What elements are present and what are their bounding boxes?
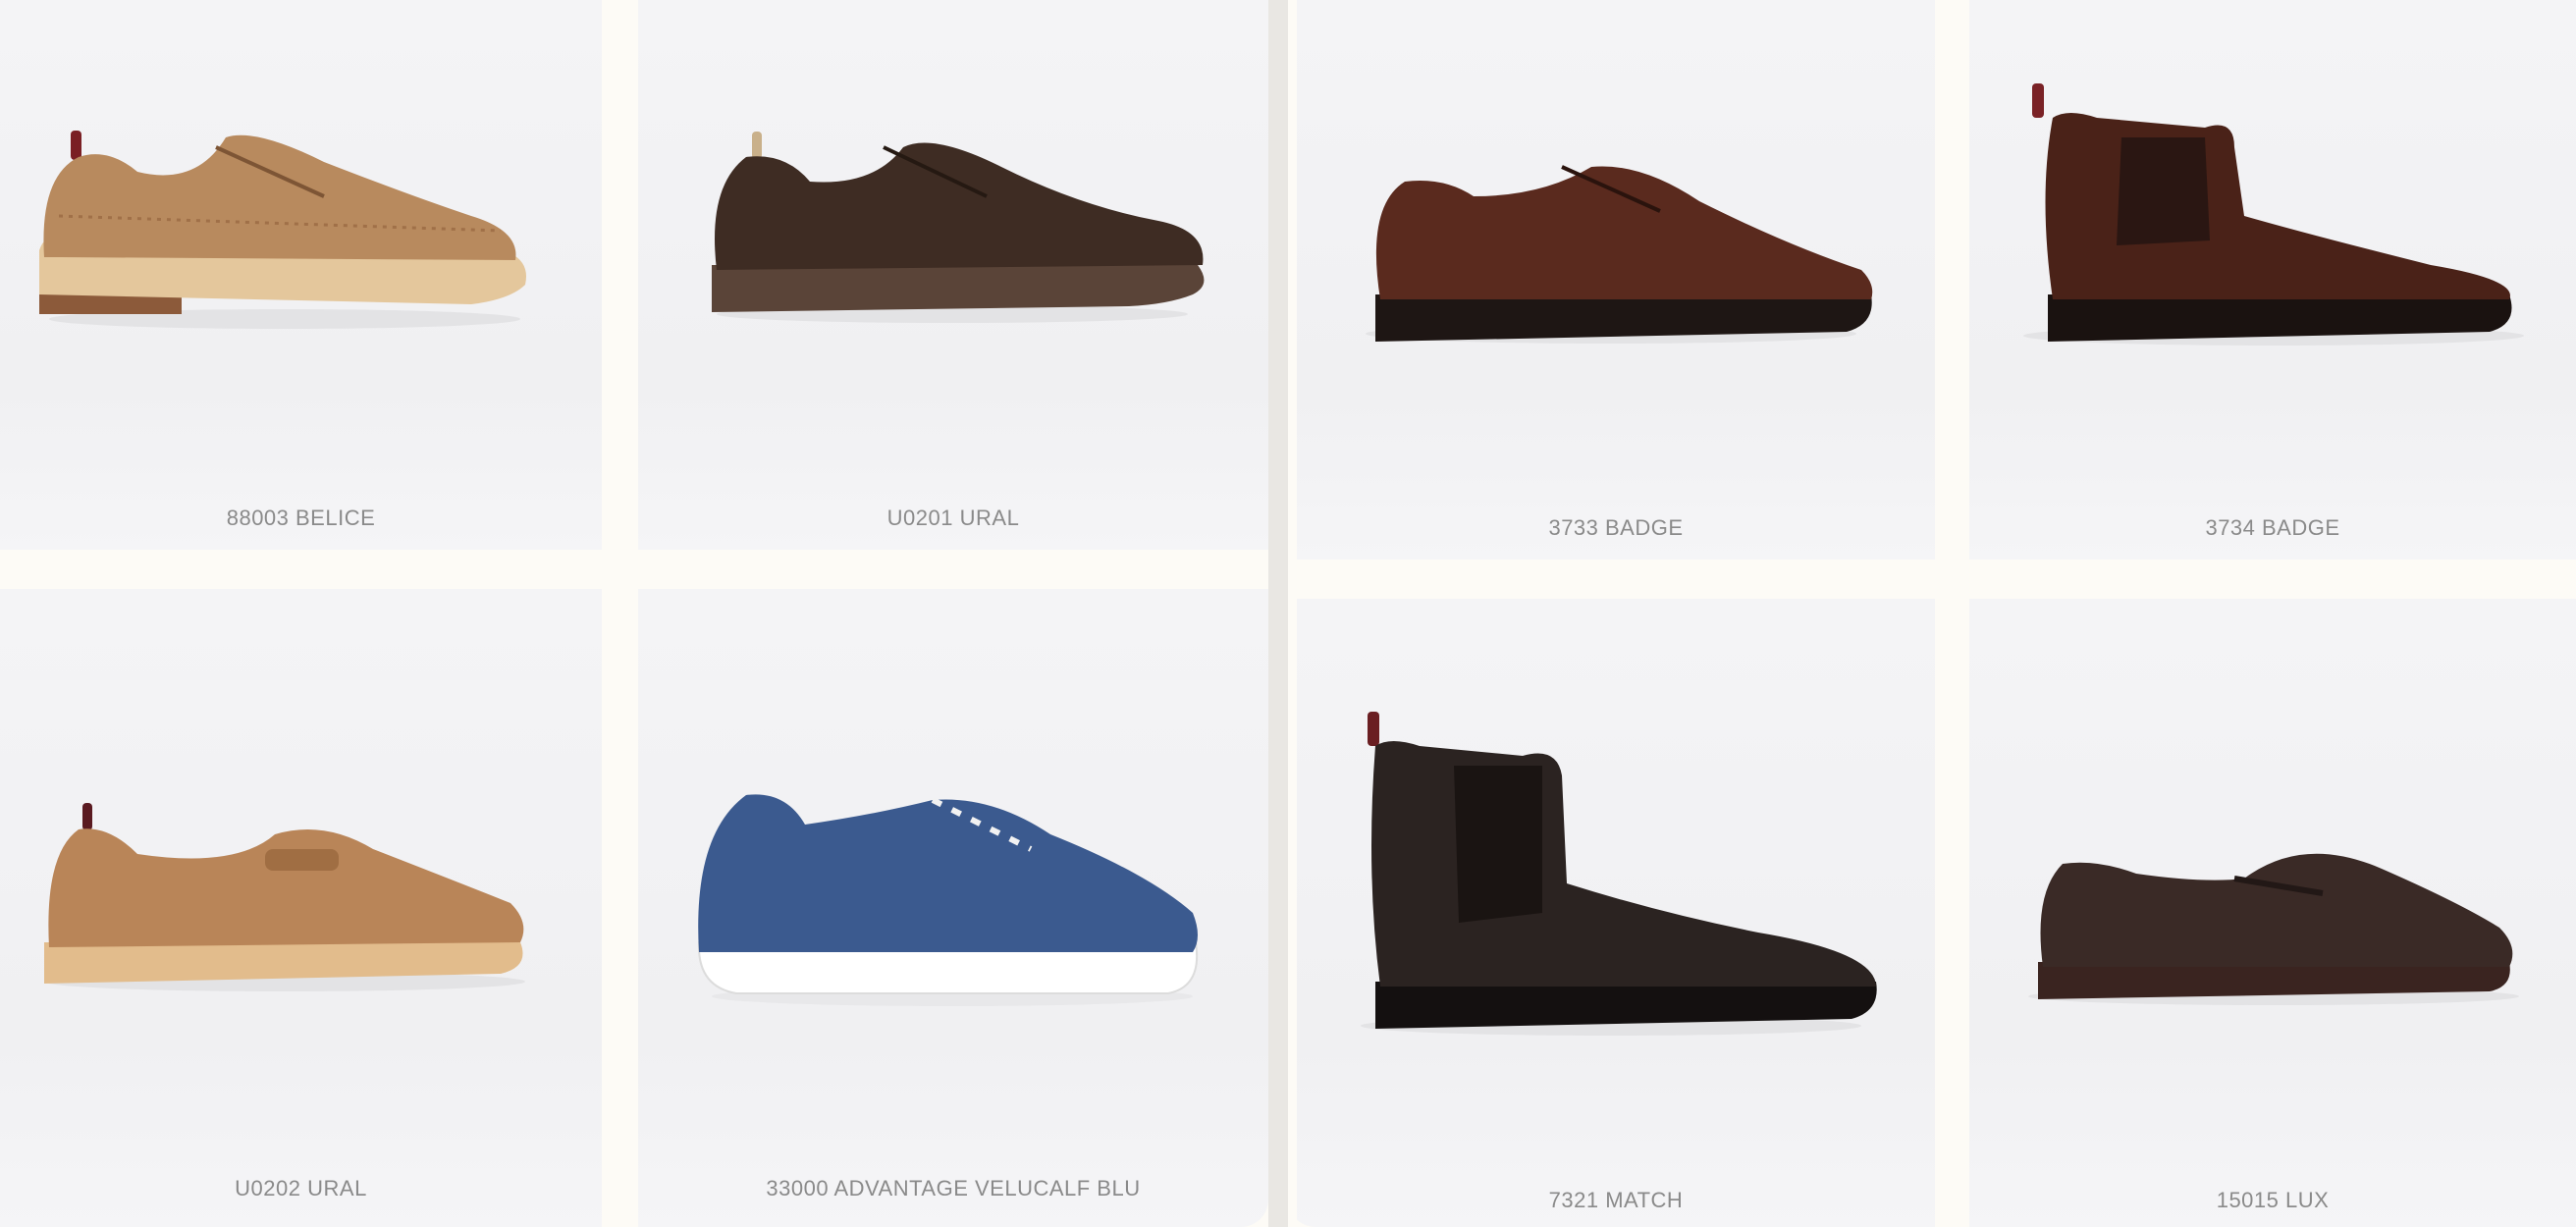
product-image-penny-loafer: [2028, 853, 2519, 1005]
product-grid-right: 3733 BADGE 3734 BADGE 7321 MATCH 15015 L…: [1288, 0, 2576, 1227]
product-card[interactable]: 15015 LUX: [1969, 599, 2576, 1227]
product-card[interactable]: 7321 MATCH: [1297, 599, 1935, 1227]
product-card[interactable]: 88003 BELICE: [0, 0, 602, 550]
product-name[interactable]: 3733 BADGE: [1297, 515, 1935, 541]
product-grid-left: 88003 BELICE U0201 URAL U0202 URAL 33000…: [0, 0, 1268, 1227]
product-card[interactable]: 3734 BADGE: [1969, 0, 2576, 560]
product-image-suede-wingtip-derby: [39, 131, 526, 329]
product-name[interactable]: 3734 BADGE: [1969, 515, 2576, 541]
product-name[interactable]: U0202 URAL: [0, 1176, 602, 1201]
product-image-suede-penny-loafer: [44, 803, 525, 991]
product-name[interactable]: 88003 BELICE: [0, 506, 602, 531]
product-name[interactable]: 7321 MATCH: [1297, 1188, 1935, 1213]
product-card[interactable]: 3733 BADGE: [1297, 0, 1935, 560]
product-card[interactable]: 33000 ADVANTAGE VELUCALF BLU: [638, 589, 1268, 1227]
product-name[interactable]: 33000 ADVANTAGE VELUCALF BLU: [638, 1176, 1268, 1201]
product-name[interactable]: U0201 URAL: [638, 506, 1268, 531]
product-image-chelsea-boot: [2023, 83, 2524, 346]
panel-divider: [1268, 0, 1288, 1227]
product-card[interactable]: U0202 URAL: [0, 589, 602, 1227]
product-image-suede-sneaker: [697, 794, 1199, 1006]
product-name[interactable]: 15015 LUX: [1969, 1188, 2576, 1213]
product-image-suede-derby: [712, 132, 1205, 323]
product-image-chelsea-boot: [1361, 712, 1877, 1036]
product-card[interactable]: U0201 URAL: [638, 0, 1268, 550]
product-image-leather-derby: [1366, 165, 1873, 344]
